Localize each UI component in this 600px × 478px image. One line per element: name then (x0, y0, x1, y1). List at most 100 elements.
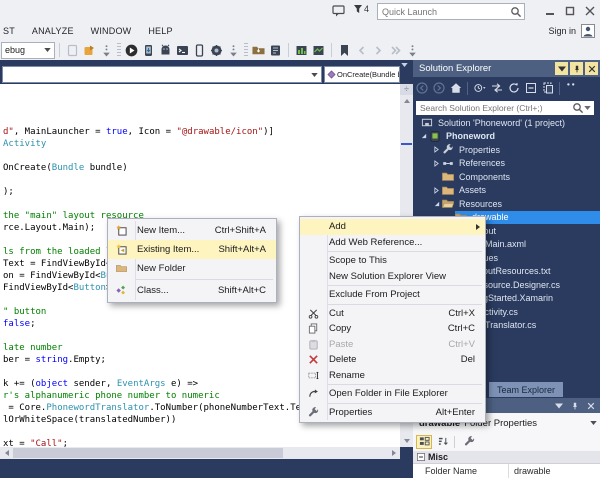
tree-item-references[interactable]: References (413, 157, 600, 171)
nav-forward-disabled-icon[interactable] (371, 43, 386, 58)
tree-item-solution-phoneword-1-project[interactable]: Solution 'Phoneword' (1 project) (413, 116, 600, 130)
menubar-item-window[interactable]: WINDOW (91, 26, 132, 36)
tree-item-components[interactable]: Components (413, 170, 600, 184)
menu-item-add[interactable]: Add (300, 219, 485, 235)
show-all-files-icon[interactable] (540, 81, 555, 96)
expand-arrow-icon[interactable] (421, 132, 429, 140)
tree-item-resources[interactable]: Resources (413, 197, 600, 211)
device-icon[interactable] (192, 43, 207, 58)
tree-item-properties[interactable]: Properties (413, 143, 600, 157)
attach-process-icon[interactable] (82, 43, 97, 58)
collapse-icon[interactable] (413, 453, 425, 461)
emulator-settings-icon[interactable] (209, 43, 224, 58)
menu-item-class[interactable]: Class...Shift+Alt+C (108, 281, 276, 300)
tab-team-explorer[interactable]: Team Explorer (489, 382, 563, 397)
categorized-button[interactable] (416, 435, 432, 449)
console-icon[interactable] (175, 43, 190, 58)
toolbar-grip[interactable] (244, 43, 248, 57)
refresh-icon[interactable] (506, 81, 521, 96)
horizontal-scrollbar[interactable] (0, 447, 400, 459)
nav-jump-disabled-icon[interactable] (388, 43, 403, 58)
profiler-frames-icon[interactable] (294, 43, 309, 58)
menu-item-open-folder-in-file-explorer[interactable]: Open Folder in File Explorer (300, 386, 485, 402)
overflow-caret-icon[interactable] (226, 43, 241, 58)
quick-launch-input[interactable] (378, 7, 510, 17)
scroll-left-button[interactable] (0, 447, 13, 459)
maximize-button[interactable] (562, 4, 578, 18)
menu-item-properties[interactable]: PropertiesAlt+Enter (300, 405, 485, 421)
menu-item-add-web-reference[interactable]: Add Web Reference... (300, 235, 485, 251)
menubar-item-st[interactable]: ST (3, 26, 15, 36)
menubar-item-analyze[interactable]: ANALYZE (32, 26, 74, 36)
pin-icon[interactable] (568, 399, 582, 412)
notifications-flag[interactable]: 4 (353, 4, 369, 14)
menu-item-scope-to-this[interactable]: Scope to This (300, 253, 485, 269)
window-position-menu-button[interactable] (555, 62, 568, 75)
menu-item-new-item[interactable]: New Item...Ctrl+Shift+A (108, 221, 276, 240)
sign-in-link[interactable]: Sign in (548, 26, 576, 36)
close-icon[interactable] (584, 399, 598, 412)
overflow-icon[interactable] (564, 81, 579, 96)
menubar-item-help[interactable]: HELP (148, 26, 172, 36)
menu-item-paste[interactable]: PasteCtrl+V (300, 337, 485, 353)
split-editor-handle[interactable]: ÷ (400, 84, 413, 95)
scroll-up-button[interactable] (400, 95, 413, 107)
scroll-down-button[interactable] (400, 435, 413, 447)
close-button[interactable] (582, 4, 598, 18)
expand-arrow-icon[interactable] (434, 146, 442, 154)
category-header-misc[interactable]: Misc (413, 451, 600, 463)
quick-launch-box[interactable] (377, 3, 525, 20)
editor-tab-caret-icon[interactable] (401, 63, 408, 67)
user-avatar-icon[interactable] (581, 24, 595, 38)
solution-search-box[interactable] (416, 101, 594, 115)
window-position-menu-button[interactable] (552, 399, 566, 412)
feedback-icon[interactable] (332, 5, 345, 17)
expand-arrow-icon[interactable] (434, 159, 442, 167)
collapse-all-icon[interactable] (523, 81, 538, 96)
menu-item-new-folder[interactable]: New Folder (108, 259, 276, 278)
menu-item-delete[interactable]: DeleteDel (300, 352, 485, 368)
back-icon[interactable] (414, 81, 429, 96)
profiler-time-icon[interactable] (311, 43, 326, 58)
overflow-caret-icon[interactable] (405, 43, 420, 58)
deploy-phone-icon[interactable] (141, 43, 156, 58)
android-manager-icon[interactable] (158, 43, 173, 58)
overflow-caret-icon[interactable] (99, 43, 114, 58)
expand-arrow-icon[interactable] (434, 200, 442, 208)
horizontal-scroll-thumb[interactable] (13, 448, 283, 458)
menu-item-cut[interactable]: CutCtrl+X (300, 306, 485, 322)
property-value[interactable]: drawable (509, 464, 600, 478)
search-icon[interactable] (572, 102, 584, 114)
attach-doc-icon[interactable] (65, 43, 80, 58)
alphabetical-sort-button[interactable] (435, 435, 451, 449)
debug-target-combo[interactable]: ebug (1, 42, 55, 59)
chevron-down-icon[interactable] (584, 106, 591, 110)
sync-icon[interactable] (489, 81, 504, 96)
pin-icon[interactable] (570, 62, 583, 75)
import-folder-icon[interactable] (251, 43, 266, 58)
members-dropdown[interactable]: OnCreate(Bundle bundle) (324, 66, 400, 83)
menu-item-exclude-from-project[interactable]: Exclude From Project (300, 287, 485, 303)
search-icon[interactable] (510, 6, 522, 18)
expand-arrow-icon[interactable] (434, 186, 442, 194)
device-log-icon[interactable] (268, 43, 283, 58)
home-icon[interactable] (448, 81, 463, 96)
menu-item-rename[interactable]: Rename (300, 368, 485, 384)
nav-back-disabled-icon[interactable] (354, 43, 369, 58)
property-pages-button[interactable] (461, 435, 477, 449)
bookmark-icon[interactable] (337, 43, 352, 58)
solution-explorer-titlebar[interactable]: Solution Explorer (413, 60, 600, 77)
tree-item-assets[interactable]: Assets (413, 184, 600, 198)
forward-icon[interactable] (431, 81, 446, 96)
types-dropdown[interactable] (2, 66, 322, 83)
menu-item-existing-item[interactable]: Existing Item...Shift+Alt+A (108, 240, 276, 259)
toolbar-grip[interactable] (117, 43, 121, 57)
pending-changes-icon[interactable] (472, 81, 487, 96)
start-debug-icon[interactable] (124, 43, 139, 58)
menu-item-new-solution-explorer-view[interactable]: New Solution Explorer View (300, 269, 485, 285)
scroll-right-button[interactable] (387, 447, 400, 459)
tree-item-phoneword[interactable]: Phoneword (413, 130, 600, 144)
minimize-button[interactable] (542, 4, 558, 18)
close-icon[interactable] (585, 62, 598, 75)
solution-search-input[interactable] (416, 102, 572, 114)
